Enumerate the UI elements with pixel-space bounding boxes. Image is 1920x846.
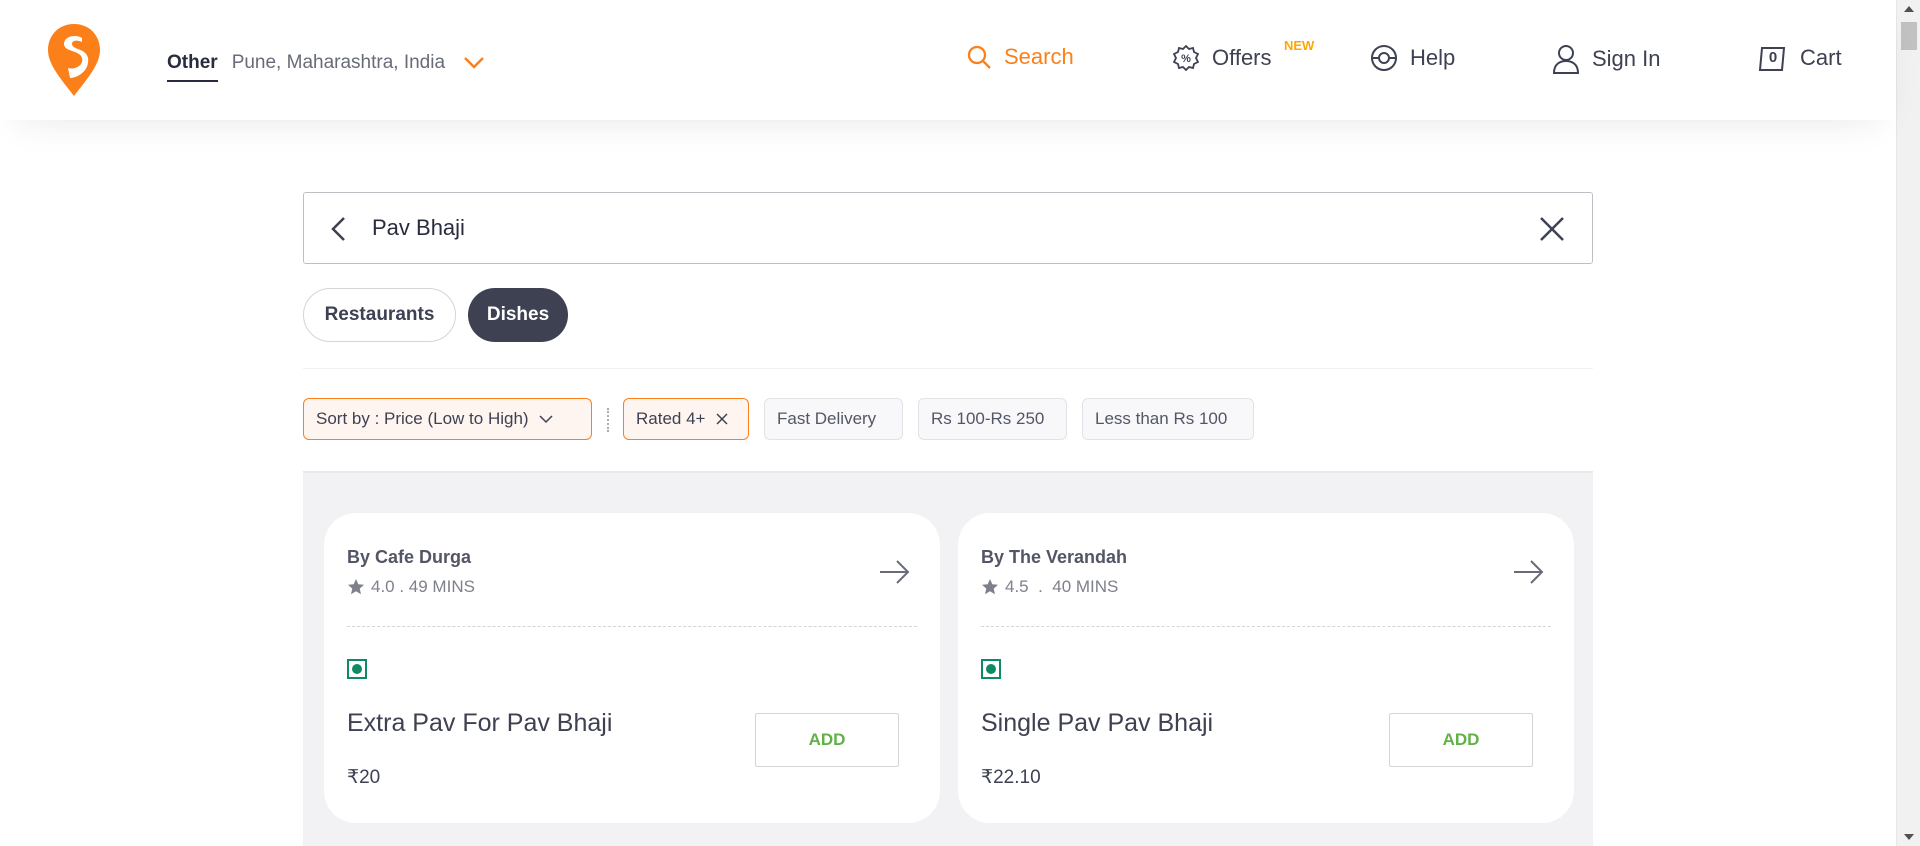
arrow-right-icon[interactable] — [878, 559, 912, 585]
location-selector[interactable]: Other Pune, Maharashtra, India — [167, 48, 485, 82]
nav-signin-label: Sign In — [1592, 46, 1661, 71]
svg-text:%: % — [1181, 53, 1191, 65]
filter-rated-4plus[interactable]: Rated 4+ — [623, 398, 749, 440]
search-bar — [303, 192, 1593, 264]
filter-divider — [607, 408, 609, 432]
restaurant-name[interactable]: By The Verandah — [981, 547, 1127, 568]
restaurant-meta: 4.0 . 49 MINS — [347, 577, 475, 597]
location-address: Pune, Maharashtra, India — [231, 52, 446, 73]
user-icon — [1552, 45, 1580, 74]
close-icon[interactable] — [1538, 215, 1566, 243]
cart-count: 0 — [1768, 49, 1778, 66]
location-type: Other — [167, 52, 218, 82]
arrow-right-icon[interactable] — [1512, 559, 1546, 585]
dish-card: By The Verandah 4.5 . 40 MINS Single Pav… — [958, 513, 1574, 823]
new-badge: NEW — [1284, 38, 1315, 53]
dish-card: By Cafe Durga 4.0 . 49 MINS Extra Pav Fo… — [324, 513, 940, 823]
veg-icon — [347, 659, 367, 679]
tab-dishes[interactable]: Dishes — [468, 288, 568, 342]
filter-less-than-100[interactable]: Less than Rs 100 — [1082, 398, 1254, 440]
nav-search-label: Search — [1004, 44, 1074, 69]
nav-search[interactable]: Search — [966, 44, 1074, 70]
scroll-up-arrow-icon[interactable] — [1904, 6, 1914, 12]
top-header: Other Pune, Maharashtra, India Search % … — [0, 0, 1896, 120]
result-type-tabs: Restaurants Dishes — [303, 288, 568, 342]
nav-help[interactable]: Help — [1370, 44, 1455, 72]
add-button[interactable]: ADD — [755, 713, 899, 767]
card-divider — [347, 626, 917, 627]
search-icon — [967, 45, 991, 69]
restaurant-meta: 4.5 . 40 MINS — [981, 577, 1118, 597]
filter-rated-label: Rated 4+ — [636, 409, 706, 428]
card-divider — [981, 626, 1551, 627]
filter-price-100-250[interactable]: Rs 100-Rs 250 — [918, 398, 1067, 440]
nav-offers-label: Offers — [1212, 45, 1272, 70]
swiggy-logo-icon[interactable] — [46, 22, 102, 98]
nav-cart[interactable]: 0 Cart — [1758, 44, 1842, 72]
nav-signin[interactable]: Sign In — [1552, 44, 1661, 74]
page-scrollbar[interactable] — [1896, 0, 1920, 846]
offers-badge-icon: % — [1172, 44, 1200, 72]
rating-time: 4.0 . 49 MINS — [371, 577, 475, 596]
search-input[interactable] — [372, 207, 1472, 249]
restaurant-name[interactable]: By Cafe Durga — [347, 547, 471, 568]
dish-price: ₹22.10 — [981, 767, 1041, 788]
nav-offers[interactable]: % Offers NEW — [1172, 38, 1314, 72]
nav-help-label: Help — [1410, 45, 1456, 70]
tabs-divider — [303, 368, 1593, 369]
dish-results: By Cafe Durga 4.0 . 49 MINS Extra Pav Fo… — [303, 471, 1593, 846]
filter-bar: Sort by : Price (Low to High) Rated 4+ F… — [303, 398, 1254, 440]
dish-price: ₹20 — [347, 767, 381, 788]
sort-dropdown[interactable]: Sort by : Price (Low to High) — [303, 398, 592, 440]
nav-cart-label: Cart — [1800, 45, 1842, 70]
dish-name: Extra Pav For Pav Bhaji — [347, 709, 613, 737]
veg-icon — [981, 659, 1001, 679]
help-lifebuoy-icon — [1371, 45, 1397, 71]
rating-time: 4.5 . 40 MINS — [1005, 577, 1119, 596]
filter-fast-delivery[interactable]: Fast Delivery — [764, 398, 903, 440]
add-button[interactable]: ADD — [1389, 713, 1533, 767]
sort-label: Sort by : Price (Low to High) — [316, 409, 529, 428]
tab-restaurants[interactable]: Restaurants — [303, 288, 456, 342]
remove-filter-close-icon[interactable] — [715, 412, 729, 426]
chevron-down-icon[interactable] — [463, 56, 485, 70]
dish-name: Single Pav Pav Bhaji — [981, 709, 1214, 737]
cart-icon: 0 — [1758, 44, 1788, 72]
star-icon — [982, 579, 998, 595]
back-arrow-icon[interactable] — [326, 215, 354, 243]
chevron-down-icon — [539, 415, 553, 424]
star-icon — [348, 579, 364, 595]
scroll-thumb[interactable] — [1901, 22, 1917, 50]
scroll-down-arrow-icon[interactable] — [1904, 834, 1914, 840]
